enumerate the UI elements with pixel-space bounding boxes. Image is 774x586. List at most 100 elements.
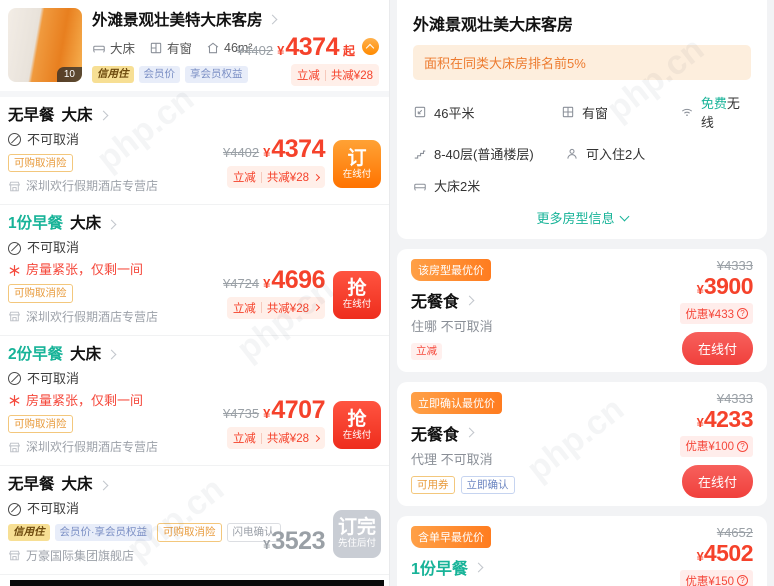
original-price: ¥4402 (236, 43, 274, 58)
offer-tags-row: 信用住 会员价·享会员权益 可购取消险 闪电确认 (8, 523, 381, 542)
store-name: 深圳欢行假期酒店专营店 (8, 439, 381, 455)
original-price: ¥4402 (222, 145, 260, 160)
offer-title[interactable]: 无早餐 大床 (8, 106, 381, 126)
wifi-feature: 免费无线 (680, 93, 751, 131)
no-cancel-icon (8, 133, 21, 146)
question-circle-icon: ? (737, 308, 748, 319)
photo-count-badge: 10 (56, 67, 82, 82)
book-button[interactable]: 订 在线付 (333, 140, 381, 188)
cancel-policy: 不可取消 (8, 370, 381, 388)
cancel-policy: 不可取消 (8, 131, 381, 149)
offer-price: 4374 (271, 135, 325, 163)
scarcity-warning: 房量紧张，仅剩一间 (8, 392, 381, 410)
instant-confirm-best-badge: 立即确认最优价 (411, 391, 502, 414)
store-name: 万豪国际集团旗舰店 (8, 548, 381, 564)
area-feature: 46平米 (413, 103, 561, 122)
chevron-right-icon (312, 303, 321, 312)
saving-badge[interactable]: 优惠¥100? (680, 435, 753, 457)
discount-badge[interactable]: 立减 共减¥28 (226, 166, 325, 188)
rate-card-2: 立即确认最优价 无餐食 代理 不可取消 可用券 立即确认 ¥4333 ¥4233… (397, 381, 767, 506)
more-room-info-link[interactable]: 更多房型信息 (413, 208, 751, 227)
window-icon (150, 42, 162, 53)
discount-badge[interactable]: 立减 共减¥28 (226, 296, 325, 319)
cancel-policy: 不可取消 (8, 500, 381, 518)
room-type-header: 10 外滩景观壮美特大床客房 大床 有窗 46m² 信用住 会员价 享会员权益 … (0, 0, 389, 91)
bed-type-label: 大床 (61, 106, 93, 124)
question-circle-icon: ? (737, 440, 748, 452)
stairs-icon (414, 150, 426, 159)
bed-type-label: 大床 (70, 215, 102, 232)
original-price: ¥4652 (716, 525, 753, 540)
offer-price: 3523 (271, 526, 325, 555)
no-cancel-icon (8, 241, 21, 255)
store-icon (8, 181, 21, 191)
original-price: ¥4333 (716, 390, 753, 406)
window-feature: 有窗 (149, 38, 192, 57)
ranking-banner: 面积在同类大床房排名前5% (413, 45, 751, 80)
rate-card-3: 含单早最优价 1份早餐 大床 代理 不可取消 天天特价 可用券 立即确认 ¥46… (397, 516, 767, 586)
store-icon (8, 550, 21, 561)
price-from-suffix: 起 (342, 44, 355, 58)
flower-icon (9, 264, 20, 276)
rate-price: 3900 (703, 273, 754, 299)
original-price: ¥4333 (716, 258, 753, 273)
offer-price-block: ¥4724 ¥4696 立减 共减¥28 (223, 267, 325, 319)
chevron-right-icon (464, 427, 475, 438)
offer-title[interactable]: 1份早餐 大床 (8, 214, 381, 234)
single-breakfast-best-badge: 含单早最优价 (411, 526, 491, 548)
bed-type-label: 大床 (61, 476, 93, 493)
header-price-block: ¥4402 ¥4374 起 立减 共减¥28 (237, 34, 379, 86)
saving-badge[interactable]: 优惠¥433? (680, 303, 753, 324)
bed-icon (414, 183, 426, 190)
room-offer-2: 1份早餐 大床 不可取消 房量紧张，仅剩一间 可购取消险 深圳欢行假期酒店专营店… (0, 204, 389, 335)
bed-feature: 大床 (92, 38, 135, 57)
chevron-right-icon (98, 480, 108, 490)
store-name: 深圳欢行假期酒店专营店 (8, 309, 381, 325)
store-icon (8, 311, 21, 322)
offer-title[interactable]: 2份早餐 大床 (8, 345, 381, 365)
no-cancel-icon (8, 372, 21, 385)
room-photo[interactable]: 10 (8, 8, 82, 82)
saving-badge[interactable]: 优惠¥150? (680, 570, 753, 586)
offer-title[interactable]: 无早餐 大床 (8, 475, 381, 495)
grab-button[interactable]: 抢 在线付 (333, 270, 381, 319)
rate-price: 4502 (703, 540, 754, 566)
rate-price: 4233 (703, 405, 754, 432)
pay-online-button[interactable]: 在线付 (681, 332, 753, 365)
offer-price: 4707 (271, 396, 325, 424)
coupon-tag: 可用券 (411, 475, 455, 494)
hotel-room-list-page: 10 外滩景观壮美特大床客房 大床 有窗 46m² 信用住 会员价 享会员权益 … (0, 0, 774, 586)
instant-discount-tag: 立减 (411, 343, 442, 360)
cancel-policy: 不可取消 (8, 239, 381, 257)
collapse-chevron-up-icon[interactable] (362, 38, 379, 55)
room-type-title[interactable]: 外滩景观壮美特大床客房 (92, 8, 381, 30)
member-benefit-tag: 会员价·享会员权益 (54, 524, 152, 541)
meal-label: 1份早餐 (8, 215, 64, 232)
credit-stay-tag: 信用住 (92, 66, 134, 83)
store-name: 深圳欢行假期酒店专营店 (8, 178, 381, 194)
original-price: ¥4735 (222, 406, 260, 421)
offer-price-block: ¥4735 ¥4707 立减 共减¥28 (223, 397, 325, 449)
discount-badge[interactable]: 立减 共减¥28 (226, 427, 325, 449)
room-offer-3: 2份早餐 大床 不可取消 房量紧张，仅剩一间 可购取消险 深圳欢行假期酒店专营店… (0, 334, 389, 466)
chevron-right-icon (473, 562, 484, 572)
detail-feature-row-3: 大床2米 (413, 176, 751, 195)
room-type-title-text: 外滩景观壮美特大床客房 (92, 12, 263, 29)
occupancy-feature: 可入住2人 (565, 144, 645, 163)
bed-type-label: 大床 (70, 345, 102, 363)
rate-price-block: ¥4333 ¥4233 优惠¥100? 在线付 (680, 390, 754, 498)
grab-button[interactable]: 抢 在线付 (333, 401, 381, 449)
chevron-right-icon (98, 110, 108, 121)
offer-price-block: ¥4402 ¥4374 立减 共减¥28 (223, 136, 325, 188)
detail-feature-row-2: 8-40层(普通楼层) 可入住2人 (413, 144, 751, 163)
floor-feature: 8-40层(普通楼层) (413, 144, 565, 163)
chevron-right-icon (106, 349, 117, 360)
cancel-insurance-tag: 可购取消险 (157, 523, 222, 542)
pay-online-button[interactable]: 在线付 (681, 464, 753, 498)
cancel-insurance-tag: 可购取消险 (8, 284, 73, 303)
instant-confirm-tag: 立即确认 (460, 475, 515, 494)
right-panel: 外滩景观壮美大床客房 面积在同类大床房排名前5% 46平米 有窗 免费无线 8-… (390, 0, 774, 586)
best-price-badge: 该房型最优价 (411, 259, 491, 281)
chevron-right-icon (267, 14, 277, 24)
window-feature: 有窗 (561, 103, 680, 122)
